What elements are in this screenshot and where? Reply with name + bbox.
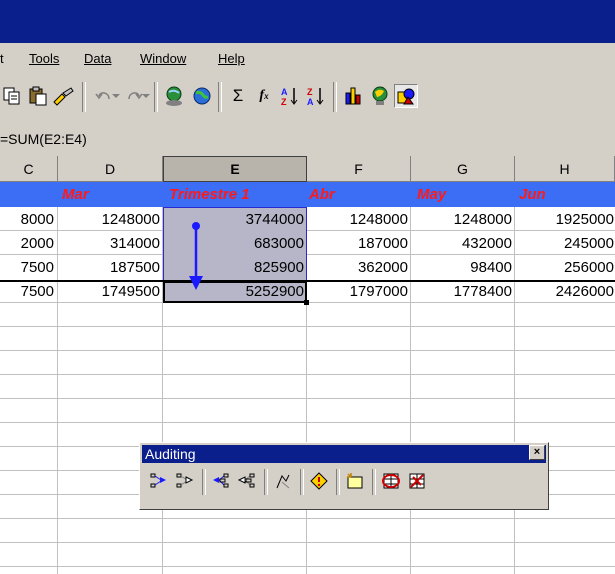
auditing-title: Auditing — [145, 446, 196, 462]
remove-dependent-arrows-icon[interactable] — [236, 470, 258, 492]
clear-validation-circles-icon[interactable] — [406, 470, 428, 492]
auditing-toolbar[interactable]: Auditing × — [139, 442, 549, 510]
close-icon[interactable]: × — [529, 445, 545, 460]
trace-precedents-icon[interactable] — [148, 470, 170, 492]
auditing-title-bar[interactable]: Auditing — [142, 445, 546, 463]
remove-precedent-arrows-icon[interactable] — [174, 470, 196, 492]
circle-invalid-data-icon[interactable] — [380, 470, 402, 492]
remove-all-arrows-icon[interactable] — [272, 470, 294, 492]
trace-dependents-icon[interactable] — [210, 470, 232, 492]
new-comment-icon[interactable] — [344, 470, 366, 492]
trace-error-icon[interactable] — [308, 470, 330, 492]
